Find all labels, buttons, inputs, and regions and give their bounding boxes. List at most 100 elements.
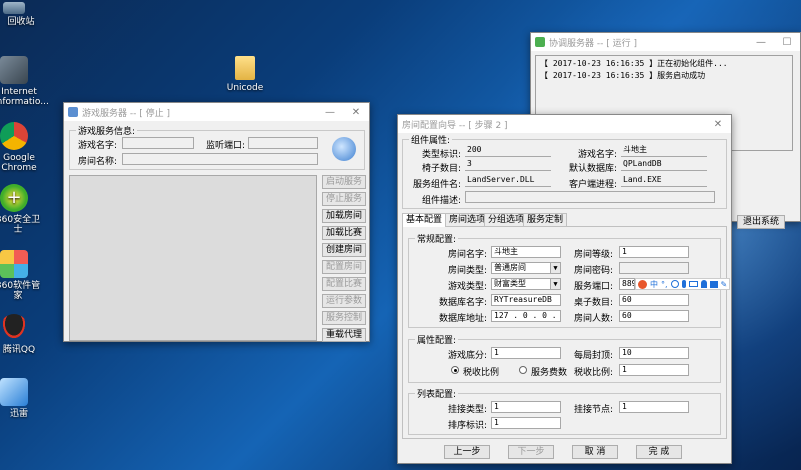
room-level-input[interactable]: 1 — [619, 246, 689, 258]
desktop-icon-qq[interactable]: 腾讯QQ — [0, 314, 44, 355]
room-config-wizard-window: 房间配置向导 -- [ 步骤 2 ] ✕ 组件属性: 类型标识: 200 游戏名… — [397, 114, 732, 464]
sort-id-label: 排序标识: — [447, 421, 487, 431]
run-params-button[interactable]: 运行参数 — [322, 294, 366, 308]
game-service-info-group: 游戏服务信息: 游戏名字: 监听端口: 房间名称: — [69, 124, 365, 170]
mount-type-input[interactable]: 1 — [491, 401, 561, 413]
minimize-icon[interactable]: — — [317, 107, 343, 118]
desktop-icon-software-manager[interactable]: 360软件管家 — [0, 250, 44, 301]
room-type-select[interactable]: 普通房间 ▼ — [491, 262, 561, 274]
room-people-input[interactable]: 60 — [619, 310, 689, 322]
desktop-icon-iis[interactable]: Internet Informatio... — [0, 56, 49, 107]
load-match-button[interactable]: 加载比赛 — [322, 226, 366, 240]
tab-group-options[interactable]: 分组选项 — [484, 213, 529, 226]
voice-icon[interactable] — [681, 280, 686, 288]
desktop-icon-thunder[interactable]: 迅雷 — [0, 378, 44, 419]
load-room-button[interactable]: 加载房间 — [322, 209, 366, 223]
table-num-label: 桌子数目: — [573, 298, 613, 308]
room-name-input[interactable]: 斗地主 — [491, 246, 561, 258]
game-name-label: 游戏名字: — [577, 150, 617, 160]
chrome-icon — [0, 122, 28, 150]
tax-ratio-input[interactable]: 1 — [619, 364, 689, 376]
create-room-button[interactable]: 创建房间 — [322, 243, 366, 257]
service-port-input[interactable]: 889 — [619, 278, 635, 290]
folder-icon — [235, 56, 255, 80]
qq-icon — [0, 314, 28, 342]
component-desc-label: 组件描述: — [421, 196, 461, 206]
keyboard-icon[interactable] — [688, 281, 698, 287]
db-name-input[interactable]: RYTreasureDB — [491, 294, 561, 306]
service-control-button[interactable]: 服务控制 — [322, 311, 366, 325]
360-safe-icon: + — [0, 184, 28, 212]
finish-button[interactable]: 完 成 — [636, 445, 682, 459]
reload-proxy-button[interactable]: 重载代理 — [322, 328, 366, 342]
desktop-icon-recycle-bin[interactable]: 回收站 — [0, 2, 44, 27]
db-addr-input[interactable]: 127 . 0 . 0 . 1 — [491, 310, 561, 322]
skin-icon[interactable] — [709, 280, 718, 288]
listen-port-field — [248, 137, 318, 149]
component-desc-field — [465, 191, 715, 203]
desktop-icon-label: Internet Informatio... — [0, 87, 49, 107]
exit-system-button[interactable]: 退出系统 — [737, 215, 785, 229]
wizard-titlebar[interactable]: 房间配置向导 -- [ 步骤 2 ] ✕ — [398, 115, 731, 133]
room-people-label: 房间人数: — [573, 314, 613, 324]
service-fee-radio[interactable] — [519, 366, 527, 374]
coordinator-titlebar[interactable]: 协调服务器 -- [ 运行 ] — ☐ — [531, 33, 800, 51]
wrench-icon[interactable]: ✎ — [721, 280, 728, 289]
group-title: 列表配置: — [415, 387, 459, 400]
room-password-input[interactable] — [619, 262, 689, 274]
config-match-button[interactable]: 配置比赛 — [322, 277, 366, 291]
listen-port-label: 监听端口: — [206, 141, 246, 151]
sort-id-input[interactable]: 1 — [491, 417, 561, 429]
ime-toolbar[interactable]: 中 °, ✎ — [635, 278, 731, 290]
minimize-icon[interactable]: — — [748, 37, 774, 48]
default-db-label: 默认数据库: — [568, 164, 617, 174]
desktop-icon-chrome[interactable]: Google Chrome — [0, 122, 44, 173]
software-manager-icon — [0, 250, 28, 278]
user-icon[interactable] — [700, 280, 707, 288]
default-db-field: QPLandDB — [621, 159, 707, 171]
maximize-icon[interactable]: ☐ — [774, 37, 800, 48]
stop-service-button[interactable]: 停止服务 — [322, 192, 366, 206]
punctuation-icon[interactable]: °, — [661, 280, 668, 289]
tab-room-options[interactable]: 房间选项 — [445, 213, 490, 226]
tab-panel: 常规配置: 房间名字: 斗地主 房间等级: 1 房间类型: 普通房间 ▼ 房间密… — [402, 227, 731, 439]
group-title: 属性配置: — [415, 333, 459, 346]
mount-node-input[interactable]: 1 — [619, 401, 689, 413]
game-type-select[interactable]: 财富类型 ▼ — [491, 278, 561, 290]
game-server-titlebar[interactable]: 游戏服务器 -- [ 停止 ] — ✕ — [64, 103, 369, 121]
service-log-area — [69, 175, 317, 341]
tab-service-custom[interactable]: 服务定制 — [523, 213, 568, 226]
desktop-icon-360-safe[interactable]: + 360安全卫士 — [0, 184, 44, 235]
game-type-value: 财富类型 — [494, 279, 526, 288]
table-num-input[interactable]: 60 — [619, 294, 689, 306]
tax-ratio-radio[interactable] — [451, 366, 459, 374]
room-password-label: 房间密码: — [573, 266, 613, 276]
wizard-tab-strip: 基本配置 房间选项 分组选项 服务定制 — [402, 213, 727, 227]
config-room-button[interactable]: 配置房间 — [322, 260, 366, 274]
attribute-config-group: 属性配置: 游戏底分: 1 每局封顶: 10 税收比例 服务费数 税收比例: 1 — [408, 333, 721, 383]
desktop-icon-label: Google Chrome — [1, 153, 37, 173]
room-name-label: 房间名称: — [78, 157, 118, 167]
close-icon[interactable]: ✕ — [343, 107, 369, 118]
next-step-button[interactable]: 下一步 — [508, 445, 554, 459]
table-count-label: 椅子数目: — [421, 164, 461, 174]
daily-cap-label: 每局封顶: — [573, 351, 613, 361]
desktop-icon-unicode-folder[interactable]: Unicode — [215, 56, 275, 93]
base-score-input[interactable]: 1 — [491, 347, 561, 359]
mount-node-label: 挂接节点: — [573, 405, 613, 415]
start-service-button[interactable]: 启动服务 — [322, 175, 366, 189]
tab-basic-config[interactable]: 基本配置 — [402, 213, 447, 227]
game-type-label: 游戏类型: — [447, 282, 487, 292]
daily-cap-input[interactable]: 10 — [619, 347, 689, 359]
chinese-mode-icon[interactable]: 中 — [650, 279, 658, 290]
room-type-label: 房间类型: — [447, 266, 487, 276]
game-name-field: 斗地主 — [621, 145, 707, 157]
game-name-label: 游戏名字: — [78, 141, 118, 151]
sogou-ime-icon[interactable] — [638, 279, 647, 289]
close-icon[interactable]: ✕ — [705, 119, 731, 130]
base-score-label: 游戏底分: — [447, 351, 487, 361]
group-title: 常规配置: — [415, 232, 459, 245]
emoji-icon[interactable] — [670, 280, 679, 288]
prev-step-button[interactable]: 上一步 — [444, 445, 490, 459]
cancel-button[interactable]: 取 消 — [572, 445, 618, 459]
